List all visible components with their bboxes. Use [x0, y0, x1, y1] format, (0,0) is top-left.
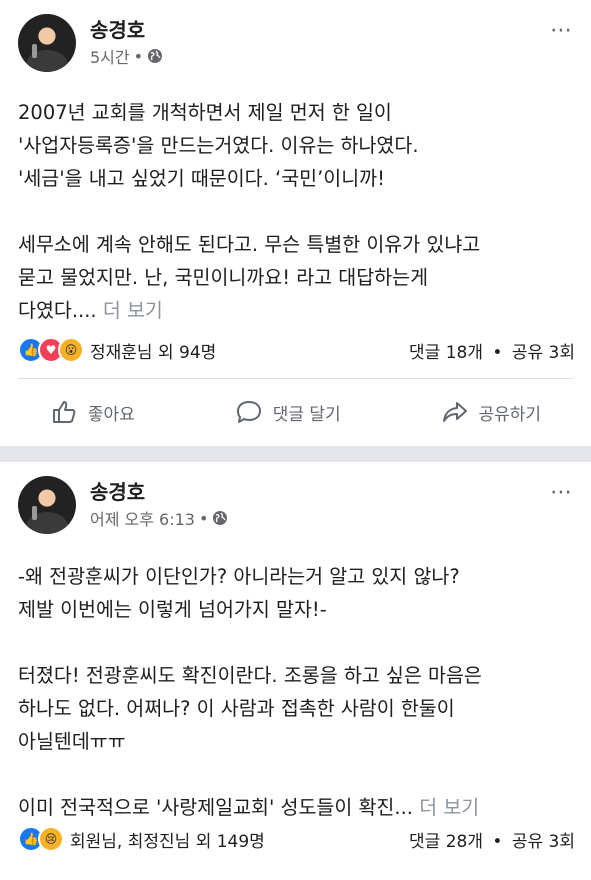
post-header: 송경호 어제 오후 6:13 • ⋯ — [0, 462, 591, 546]
wow-reaction-icon: 😮 — [58, 337, 84, 363]
comment-count[interactable]: 댓글 18개 — [409, 343, 483, 363]
reactors-text: 정재훈님 외 94명 — [90, 342, 217, 363]
avatar[interactable] — [18, 14, 76, 72]
globe-icon — [148, 49, 163, 63]
like-button[interactable]: 좋아요 — [50, 398, 135, 426]
post-stats: 👍 ♥ 😮 정재훈님 외 94명 댓글 18개 • 공유 3회 — [18, 335, 575, 365]
more-options-icon[interactable]: ⋯ — [550, 18, 573, 43]
comment-button[interactable]: 댓글 달기 — [235, 398, 341, 426]
post-paragraph: 2007년 교회를 개척하면서 제일 먼저 한 일이 '사업자등록증'을 만드는… — [18, 101, 419, 190]
post-paragraph: 이미 전국적으로 '사랑제일교회' 성도들이 확진... 더 보기 — [18, 796, 480, 819]
post-paragraph: 세무소에 계속 안해도 된다고. 무슨 특별한 이유가 있냐고 묻고 물었지만.… — [18, 233, 481, 322]
author-name[interactable]: 송경호 — [90, 14, 145, 43]
post-paragraph: 터졌다! 전광훈씨도 확진이란다. 조롱을 하고 싶은 마음은 하나도 없다. … — [18, 664, 482, 753]
meta-separator: • — [198, 508, 209, 528]
reactors-text: 회원님, 최정진님 외 149명 — [70, 831, 265, 852]
reactions-summary[interactable]: 👍 😢 회원님, 최정진님 외 149명 — [18, 826, 265, 852]
share-arrow-icon — [442, 402, 467, 422]
comment-bubble-icon — [236, 401, 261, 423]
post-meta: 어제 오후 6:13 • — [90, 506, 228, 530]
author-name[interactable]: 송경호 — [90, 476, 145, 505]
post-meta: 5시간 • — [90, 44, 163, 68]
counts-separator: • — [492, 342, 503, 363]
avatar[interactable] — [18, 476, 76, 534]
post-text: -왜 전광훈씨가 이단인가? 아니라는거 알고 있지 않나? 제발 이번에는 이… — [18, 560, 575, 824]
see-more-link[interactable]: 더 보기 — [419, 796, 479, 819]
share-count[interactable]: 공유 3회 — [512, 343, 575, 363]
counts-separator: • — [492, 831, 503, 852]
sad-reaction-icon: 😢 — [38, 826, 64, 852]
see-more-link[interactable]: 더 보기 — [103, 299, 163, 322]
comment-label: 댓글 달기 — [272, 404, 341, 425]
engagement-counts: 댓글 28개 • 공유 3회 — [405, 827, 575, 852]
thumbs-up-icon — [52, 401, 76, 423]
share-count[interactable]: 공유 3회 — [512, 832, 575, 852]
post-header: 송경호 5시간 • ⋯ — [0, 0, 591, 84]
share-label: 공유하기 — [478, 404, 542, 425]
comment-count[interactable]: 댓글 28개 — [409, 832, 483, 852]
post-actions: 좋아요 댓글 달기 공유하기 — [0, 384, 591, 440]
reactions-summary[interactable]: 👍 ♥ 😮 정재훈님 외 94명 — [18, 337, 216, 363]
post-time[interactable]: 어제 오후 6:13 — [90, 506, 195, 530]
post-time[interactable]: 5시간 — [90, 44, 130, 68]
post-card: 송경호 5시간 • ⋯ 2007년 교회를 개척하면서 제일 먼저 한 일이 '… — [0, 0, 591, 446]
more-options-icon[interactable]: ⋯ — [550, 480, 573, 505]
post-stats: 👍 😢 회원님, 최정진님 외 149명 댓글 28개 • 공유 3회 — [18, 824, 575, 854]
engagement-counts: 댓글 18개 • 공유 3회 — [405, 338, 575, 363]
meta-separator: • — [133, 46, 144, 66]
share-button[interactable]: 공유하기 — [441, 398, 542, 426]
like-label: 좋아요 — [87, 404, 135, 425]
feed-separator — [0, 446, 591, 462]
post-text: 2007년 교회를 개척하면서 제일 먼저 한 일이 '사업자등록증'을 만드는… — [18, 96, 575, 327]
globe-icon — [213, 511, 228, 525]
post-paragraph: -왜 전광훈씨가 이단인가? 아니라는거 알고 있지 않나? 제발 이번에는 이… — [18, 565, 460, 621]
divider — [18, 378, 573, 379]
